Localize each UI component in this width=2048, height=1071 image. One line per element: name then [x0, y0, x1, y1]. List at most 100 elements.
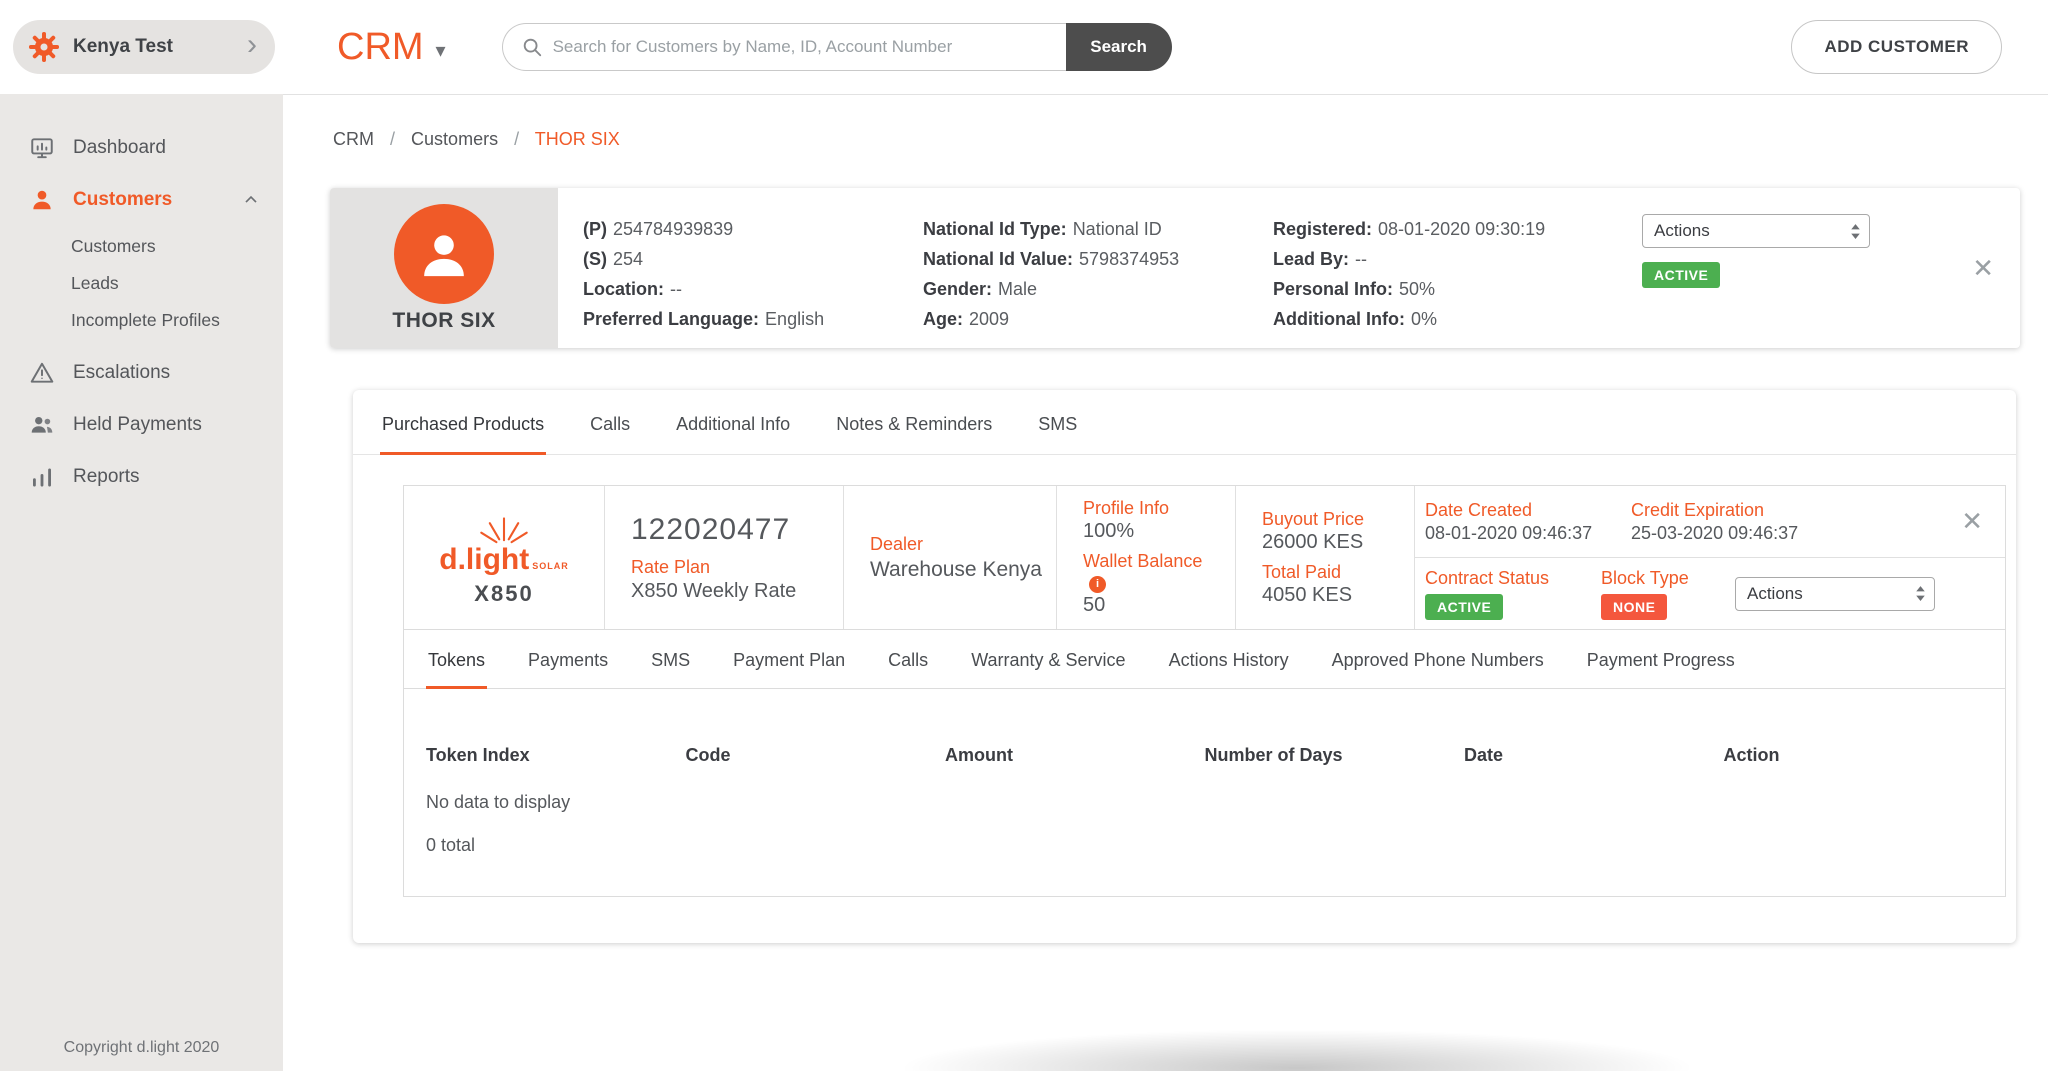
main-content: CRM / Customers / THOR SIX THOR SIX (P) 2… [283, 94, 2048, 1071]
field-label: Age: [923, 309, 963, 329]
total-paid-label: Total Paid [1262, 562, 1400, 583]
subtab-sms[interactable]: SMS [649, 630, 692, 689]
chevron-right-icon: › [247, 30, 257, 64]
product-model: X850 [474, 581, 533, 607]
tab-additional-info[interactable]: Additional Info [674, 390, 792, 455]
product-actions-select[interactable]: Actions [1735, 577, 1935, 611]
sidebar-item-held-payments[interactable]: Held Payments [0, 399, 283, 451]
select-stepper-icon [1914, 585, 1927, 602]
block-type-badge: NONE [1601, 594, 1667, 620]
dlight-starburst-icon [472, 509, 536, 545]
sidebar-item-label: Customers [73, 189, 172, 211]
field-value: -- [670, 279, 682, 299]
product-payment-cell: Buyout Price 26000 KES Total Paid 4050 K… [1236, 486, 1415, 629]
customer-actions-select[interactable]: Actions [1642, 214, 1870, 248]
sidebar-nav: Dashboard Customers Customers Leads Inco… [0, 94, 283, 503]
date-created: Date Created 08-01-2020 09:46:37 [1425, 486, 1631, 557]
field-label: (P) [583, 219, 607, 239]
close-icon[interactable]: ✕ [1961, 508, 1983, 534]
subtab-warranty-service[interactable]: Warranty & Service [969, 630, 1127, 689]
breadcrumb-separator: / [390, 129, 395, 149]
subtab-actions-history[interactable]: Actions History [1167, 630, 1291, 689]
sidebar-item-reports[interactable]: Reports [0, 451, 283, 503]
avatar [394, 204, 494, 304]
brand-sub: SOLAR [532, 561, 569, 571]
wallet-balance-label: Wallet Balancei [1083, 551, 1221, 593]
column-header: Number of Days [1205, 745, 1465, 766]
column-header: Token Index [426, 745, 686, 766]
gear-icon [27, 30, 61, 64]
product-profile-cell: Profile Info 100% Wallet Balancei 50 [1057, 486, 1236, 629]
product-info-grid: d.light SOLAR X850 122020477 Rate Plan X… [404, 486, 2005, 630]
topbar: Kenya Test › CRM ▾ Search ADD CUSTOMER [0, 0, 2048, 94]
search-input[interactable] [553, 37, 1056, 57]
close-icon[interactable]: ✕ [1972, 255, 1994, 281]
field-value: National ID [1073, 219, 1162, 239]
table-empty-message: No data to display [404, 792, 2005, 813]
org-selector[interactable]: Kenya Test › [13, 20, 275, 74]
field-label: National Id Value: [923, 249, 1073, 269]
customer-details-col1: (P)254784939839 (S)254 Location:-- Prefe… [583, 188, 923, 348]
sidebar-item-label: Escalations [73, 362, 170, 384]
module-switcher[interactable]: CRM ▾ [337, 26, 446, 69]
field-label: Gender: [923, 279, 992, 299]
product-account-cell: 122020477 Rate Plan X850 Weekly Rate [605, 486, 844, 629]
column-header: Action [1724, 745, 1984, 766]
wallet-balance-value: 50 [1083, 594, 1221, 617]
field-value: 08-01-2020 09:30:19 [1378, 219, 1545, 239]
field-value: English [765, 309, 824, 329]
add-customer-button[interactable]: ADD CUSTOMER [1791, 20, 2002, 74]
sidebar-subitem-customers[interactable]: Customers [0, 228, 283, 265]
main-tabs: Purchased Products Calls Additional Info… [353, 390, 2016, 455]
field-value: Male [998, 279, 1037, 299]
breadcrumb-crm[interactable]: CRM [333, 129, 374, 149]
tab-notes-reminders[interactable]: Notes & Reminders [834, 390, 994, 455]
field-value: 254 [613, 249, 643, 269]
sidebar-item-dashboard[interactable]: Dashboard [0, 122, 283, 174]
info-icon[interactable]: i [1089, 576, 1106, 593]
breadcrumb-customers[interactable]: Customers [411, 129, 498, 149]
contract-status: Contract Status ACTIVE [1425, 568, 1601, 620]
column-header: Amount [945, 745, 1205, 766]
customer-avatar-box: THOR SIX [330, 188, 558, 348]
field-label: Location: [583, 279, 664, 299]
profile-info-label: Profile Info [1083, 498, 1221, 519]
search-icon [521, 36, 543, 58]
token-table-header: Token Index Code Amount Number of Days D… [404, 745, 2005, 766]
credit-expiration: Credit Expiration 25-03-2020 09:46:37 [1631, 486, 1931, 557]
customer-search: Search [502, 23, 1172, 71]
product-dates-row: Date Created 08-01-2020 09:46:37 Credit … [1415, 486, 2005, 558]
dashboard-icon [28, 134, 56, 162]
subtab-payment-plan[interactable]: Payment Plan [731, 630, 847, 689]
field-label: Personal Info: [1273, 279, 1393, 299]
column-header: Date [1464, 745, 1724, 766]
bottom-shadow [897, 1029, 1697, 1071]
tab-purchased-products[interactable]: Purchased Products [380, 390, 546, 455]
product-status-cell: Date Created 08-01-2020 09:46:37 Credit … [1415, 486, 2005, 629]
date-created-value: 08-01-2020 09:46:37 [1425, 523, 1631, 544]
subtab-payments[interactable]: Payments [526, 630, 610, 689]
sidebar: Dashboard Customers Customers Leads Inco… [0, 94, 283, 1071]
subtab-calls[interactable]: Calls [886, 630, 930, 689]
chevron-up-icon [241, 190, 261, 210]
tab-calls[interactable]: Calls [588, 390, 632, 455]
search-input-wrap [502, 23, 1066, 71]
column-header: Code [686, 745, 946, 766]
org-name: Kenya Test [73, 36, 173, 58]
tab-sms[interactable]: SMS [1036, 390, 1079, 455]
sidebar-subitem-incomplete-profiles[interactable]: Incomplete Profiles [0, 302, 283, 339]
field-label: Additional Info: [1273, 309, 1405, 329]
field-value: 5798374953 [1079, 249, 1179, 269]
field-label: Lead By: [1273, 249, 1349, 269]
subtab-approved-phone-numbers[interactable]: Approved Phone Numbers [1330, 630, 1546, 689]
table-total-count: 0 total [404, 835, 2005, 896]
subtab-payment-progress[interactable]: Payment Progress [1585, 630, 1737, 689]
breadcrumb: CRM / Customers / THOR SIX [333, 129, 2048, 150]
subtab-tokens[interactable]: Tokens [426, 630, 487, 689]
sidebar-item-customers[interactable]: Customers [0, 174, 283, 226]
customer-details-col2: National Id Type:National ID National Id… [923, 188, 1273, 348]
search-button[interactable]: Search [1066, 23, 1172, 71]
field-value: 0% [1411, 309, 1437, 329]
sidebar-subitem-leads[interactable]: Leads [0, 265, 283, 302]
sidebar-item-escalations[interactable]: Escalations [0, 347, 283, 399]
